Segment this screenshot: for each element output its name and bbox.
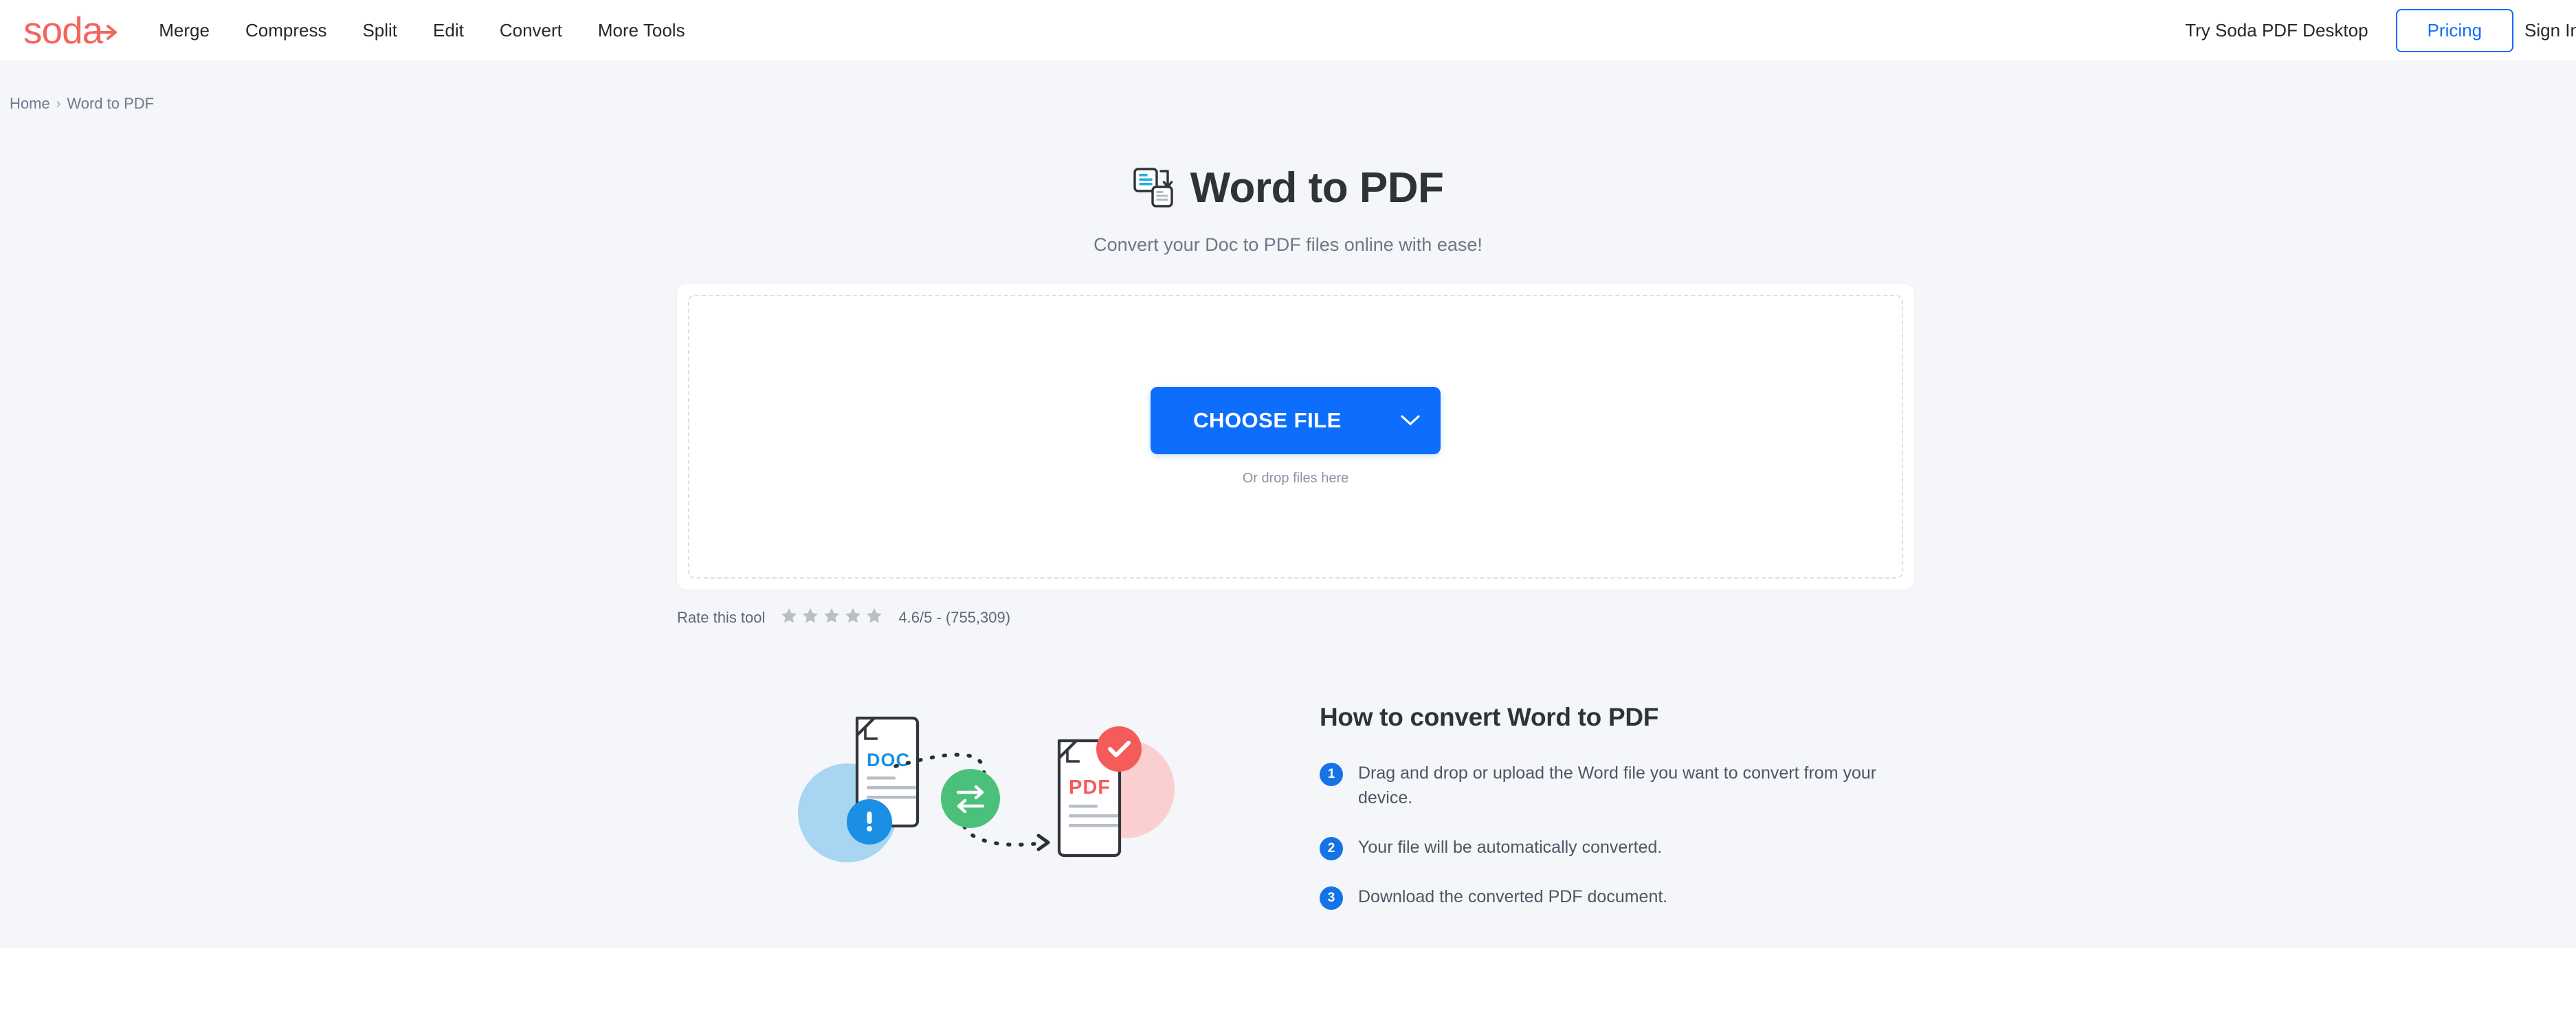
star-icon[interactable] (801, 607, 819, 628)
check-badge-icon (1096, 726, 1142, 772)
page-body: Home › Word to PDF Word to PDF Convert y… (0, 60, 2576, 948)
step-text: Download the converted PDF document. (1358, 886, 1668, 906)
svg-text:DOC: DOC (867, 750, 910, 770)
nav-more-tools[interactable]: More Tools (580, 13, 703, 48)
how-to-step: 2 Your file will be automatically conver… (1320, 835, 1938, 860)
star-icon[interactable] (865, 607, 883, 628)
logo-text: soda (23, 8, 103, 52)
step-number-badge: 2 (1320, 836, 1343, 860)
page-subtitle: Convert your Doc to PDF files online wit… (1093, 234, 1483, 255)
upload-card: CHOOSE FILE Or drop files here (677, 284, 1914, 590)
nav-merge[interactable]: Merge (141, 13, 227, 48)
nav-compress[interactable]: Compress (227, 13, 344, 48)
try-soda-pdf-desktop-link[interactable]: Try Soda PDF Desktop (2168, 13, 2384, 48)
choose-file-button[interactable]: CHOOSE FILE (1151, 387, 1380, 454)
pricing-button[interactable]: Pricing (2395, 8, 2514, 52)
star-icon[interactable] (844, 607, 862, 628)
how-to-section: How to convert Word to PDF 1 Drag and dr… (1320, 703, 1938, 934)
page-title: Word to PDF (1190, 164, 1444, 212)
how-to-title: How to convert Word to PDF (1320, 703, 1659, 731)
nav-edit[interactable]: Edit (415, 13, 482, 48)
star-icon[interactable] (780, 607, 798, 628)
svg-text:PDF: PDF (1069, 776, 1111, 798)
rate-this-tool-label: Rate this tool (677, 608, 766, 626)
chevron-down-icon[interactable] (1380, 387, 1441, 454)
breadcrumb-home[interactable]: Home (10, 95, 50, 113)
soda-logo[interactable]: soda (23, 8, 120, 52)
star-icon[interactable] (823, 607, 841, 628)
drop-files-hint: Or drop files here (1242, 471, 1349, 486)
exchange-arrows-icon (941, 769, 1000, 828)
step-text: Your file will be automatically converte… (1358, 837, 1663, 857)
nav-split[interactable]: Split (344, 13, 415, 48)
file-dropzone[interactable]: CHOOSE FILE Or drop files here (688, 295, 1903, 579)
breadcrumb: Home › Word to PDF (10, 95, 154, 113)
breadcrumb-current: Word to PDF (67, 95, 155, 112)
main-nav: Merge Compress Split Edit Convert More T… (141, 13, 702, 48)
how-to-step: 1 Drag and drop or upload the Word file … (1320, 761, 1938, 811)
step-number-badge: 1 (1320, 763, 1343, 786)
page-root: soda Merge Compress Split Edit Convert M… (0, 0, 2576, 1017)
page-title-row: Word to PDF (0, 165, 2576, 211)
step-number-badge: 3 (1320, 886, 1343, 910)
conversion-illustration: DOC PDF (766, 689, 1192, 889)
word-to-pdf-convert-icon (1133, 165, 1175, 211)
site-header: soda Merge Compress Split Edit Convert M… (0, 0, 2576, 60)
step-text: Drag and drop or upload the Word file yo… (1358, 763, 1877, 808)
arrow-right-icon (93, 21, 120, 45)
star-rating[interactable] (780, 607, 883, 628)
choose-file-group: CHOOSE FILE (1151, 387, 1441, 454)
nav-convert[interactable]: Convert (482, 13, 580, 48)
rating-score: 4.6/5 - (755,309) (898, 608, 1011, 626)
how-to-step: 3 Download the converted PDF document. (1320, 884, 1938, 910)
breadcrumb-separator: › (56, 96, 61, 111)
header-actions: Try Soda PDF Desktop Pricing Sign In (2168, 8, 2576, 52)
rating-row: Rate this tool 4.6/5 - (755,309) (677, 607, 1010, 628)
sign-in-link[interactable]: Sign In (2524, 20, 2576, 41)
